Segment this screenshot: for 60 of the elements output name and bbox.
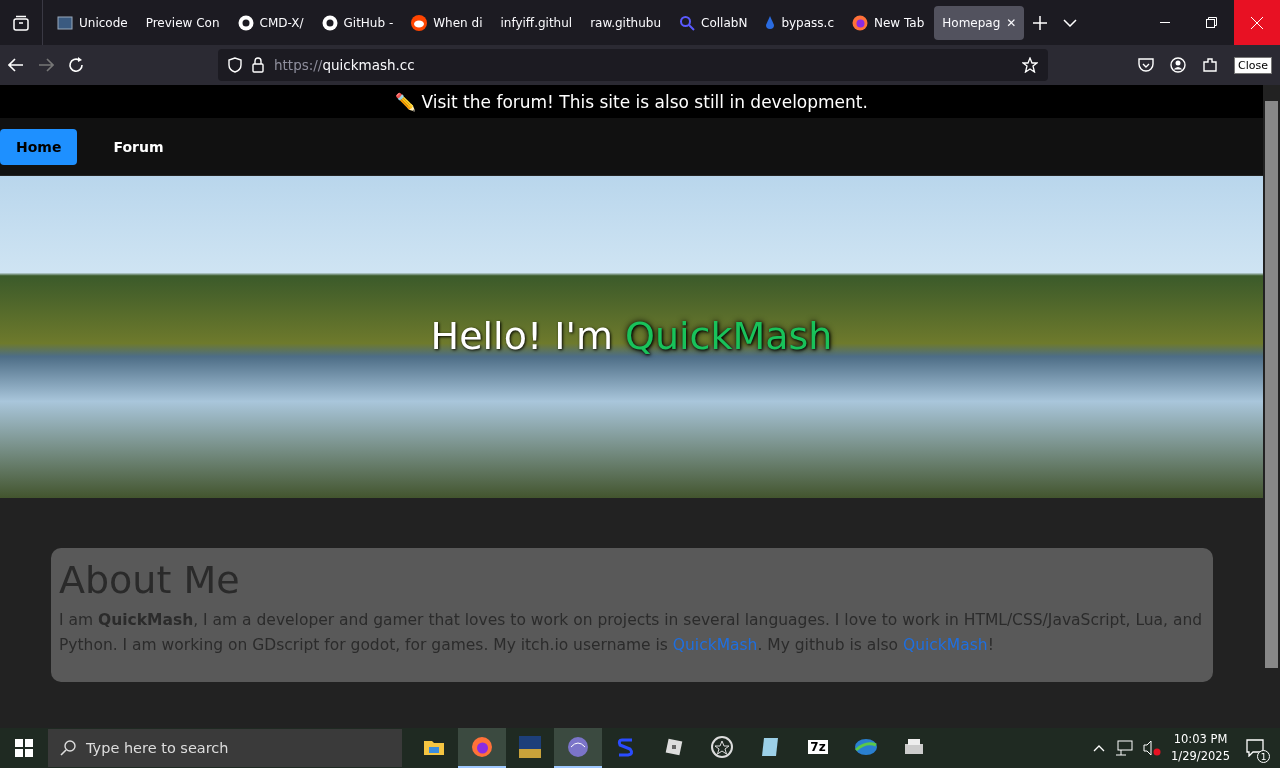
clock[interactable]: 10:03 PM 1/29/2025: [1171, 731, 1230, 765]
puzzle-icon[interactable]: [1202, 57, 1219, 73]
notification-count: 1: [1257, 750, 1270, 763]
game-icon: [519, 736, 541, 758]
hero-title: Hello! I'm QuickMash: [430, 314, 833, 358]
chevron-up-icon[interactable]: [1093, 744, 1106, 752]
nav-link[interactable]: Home: [0, 128, 78, 165]
github-icon: [321, 14, 338, 31]
tooltip: Close: [1234, 56, 1272, 74]
forward-icon[interactable]: [38, 58, 54, 72]
browser-tab[interactable]: CollabN: [671, 5, 756, 40]
magnifier-icon: [679, 14, 696, 31]
taskbar-app-button[interactable]: [458, 728, 506, 768]
firefox-icon: [471, 736, 493, 758]
plus-icon[interactable]: [1033, 15, 1048, 30]
browser-tab[interactable]: Homepag ✕: [934, 5, 1025, 40]
chevron-down-icon[interactable]: [1063, 18, 1078, 27]
firefox-icon: [852, 14, 868, 31]
restore-icon[interactable]: [1205, 17, 1217, 28]
alien-icon: [411, 14, 428, 31]
tab-list-icon[interactable]: [13, 14, 29, 31]
github-icon: [237, 14, 254, 31]
reload-icon[interactable]: [68, 57, 84, 73]
archive-icon: 7z: [808, 740, 828, 754]
browser-tab[interactable]: raw.githubu: [582, 5, 670, 40]
terminal-icon: [57, 15, 73, 30]
drop-icon: [765, 14, 776, 31]
folder-icon: [423, 738, 445, 756]
printer-icon: [903, 737, 925, 757]
muted-speaker-icon[interactable]: [1143, 740, 1162, 756]
network-icon[interactable]: [1115, 740, 1134, 756]
lock-icon: [252, 57, 264, 73]
browser-tab[interactable]: Preview Con: [137, 5, 228, 40]
browser-tab[interactable]: CMD-X/: [229, 5, 312, 40]
address-bar[interactable]: https://quickmash.cc: [218, 49, 1048, 81]
taskbar-app-button[interactable]: 7z: [794, 728, 842, 768]
browser-tab[interactable]: bypass.c: [757, 5, 842, 40]
back-icon[interactable]: [8, 58, 24, 72]
star-icon[interactable]: [1022, 57, 1038, 73]
browser-tab[interactable]: Unicode: [49, 5, 136, 40]
orb-icon: [567, 736, 589, 758]
close-icon: [1251, 16, 1263, 29]
account-icon[interactable]: [1170, 57, 1187, 73]
taskbar-search-field[interactable]: Type here to search: [48, 729, 402, 767]
browser-tab[interactable]: GitHub -: [313, 5, 402, 40]
browser-tab[interactable]: infyiff.githul: [492, 5, 581, 40]
pocket-icon[interactable]: [1138, 57, 1155, 73]
cube-icon: [664, 737, 684, 757]
announcement-banner: ✏ Visit the forum! This site is also still in development.: [0, 85, 1263, 118]
windows-start-icon[interactable]: [15, 739, 33, 757]
scrollbar-thumb[interactable]: [1265, 101, 1278, 668]
nav-link[interactable]: Forum: [97, 128, 180, 165]
minimize-icon[interactable]: [1160, 21, 1170, 24]
globe-icon: [854, 737, 878, 757]
shield-icon: [228, 57, 242, 73]
browser-tab[interactable]: New Tab: [844, 5, 933, 40]
browser-tab[interactable]: When di: [403, 5, 491, 40]
search-icon: [60, 740, 76, 756]
notepad-icon: [760, 736, 780, 758]
taskbar-app-button[interactable]: [554, 728, 602, 768]
